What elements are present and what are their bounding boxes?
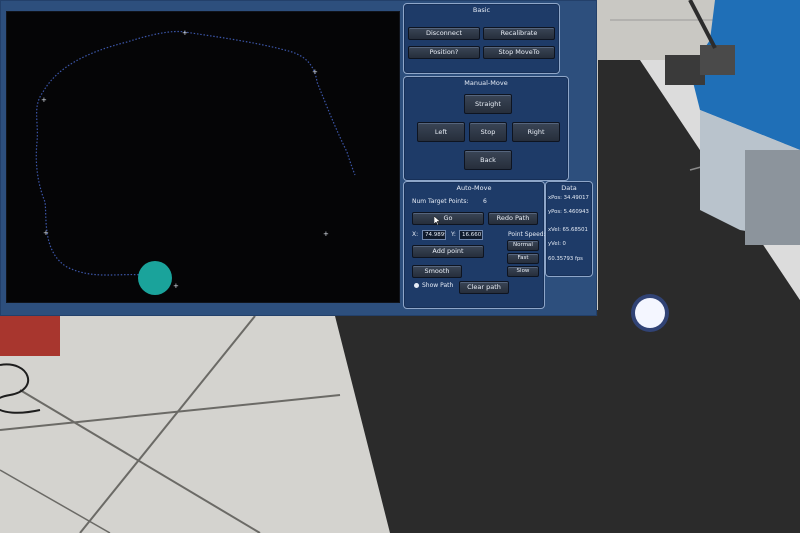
num-target-points-value: 6 — [483, 198, 487, 205]
y-label: Y: — [451, 231, 456, 238]
planned-path — [35, 30, 356, 278]
smooth-button[interactable]: Smooth — [412, 265, 462, 278]
robot-marker — [138, 261, 172, 295]
recalibrate-button[interactable]: Recalibrate — [483, 27, 555, 40]
left-button[interactable]: Left — [417, 122, 465, 142]
data-panel-title: Data — [561, 184, 577, 192]
right-button[interactable]: Right — [512, 122, 560, 142]
target-points: + + + + + + — [41, 29, 329, 290]
clear-path-button[interactable]: Clear path — [459, 281, 509, 294]
auto-move-panel-title: Auto-Move — [456, 184, 492, 192]
target-point-marker: + — [182, 29, 188, 37]
auto-move-panel: Auto-Move Num Target Points: 6 Go Redo P… — [403, 181, 546, 309]
mouse-cursor-icon — [434, 216, 440, 225]
disconnect-button[interactable]: Disconnect — [408, 27, 480, 40]
manual-move-panel-title: Manual-Move — [464, 79, 508, 87]
y-field[interactable]: 16.6601 — [459, 230, 483, 240]
xvel-readout: xVel: 65.68501 — [548, 227, 588, 233]
x-label: X: — [412, 231, 419, 238]
yvel-readout: yVel: 0 — [548, 241, 566, 247]
target-point-marker: + — [43, 229, 49, 237]
target-point-marker: + — [41, 96, 47, 104]
add-point-button[interactable]: Add point — [412, 245, 484, 258]
basic-panel-title: Basic — [472, 6, 491, 14]
xpos-readout: xPos: 34.49017 — [548, 195, 589, 201]
target-point-marker: + — [173, 282, 179, 290]
fps-readout: 60.35793 fps — [548, 256, 583, 262]
speed-slow-button[interactable]: Slow — [507, 266, 539, 277]
basic-panel: Basic Disconnect Recalibrate Position? S… — [403, 3, 560, 74]
ypos-readout: yPos: 5.460943 — [548, 209, 589, 215]
control-application: + + + + + + Basic Disconnect Recalibrate… — [0, 0, 597, 316]
num-target-points-label: Num Target Points: — [412, 198, 469, 205]
back-button[interactable]: Back — [464, 150, 512, 170]
data-panel: Data xPos: 34.49017 yPos: 5.460943 xVel:… — [545, 181, 593, 277]
manual-move-panel: Manual-Move Straight Left Stop Right Bac… — [403, 76, 569, 181]
straight-button[interactable]: Straight — [464, 94, 512, 114]
x-field[interactable]: 74.9899 — [422, 230, 446, 240]
target-point-marker: + — [312, 68, 318, 76]
stop-moveto-button[interactable]: Stop MoveTo — [483, 46, 555, 59]
target-point-marker: + — [323, 230, 329, 238]
point-speed-label: Point Speed: — [508, 231, 546, 238]
redo-path-button[interactable]: Redo Path — [488, 212, 538, 225]
stop-button[interactable]: Stop — [469, 122, 507, 142]
show-path-radio[interactable] — [414, 283, 419, 288]
show-path-label: Show Path — [422, 282, 454, 289]
go-button[interactable]: Go — [412, 212, 484, 225]
speed-fast-button[interactable]: Fast — [507, 253, 539, 264]
speed-normal-button[interactable]: Normal — [507, 240, 539, 251]
position-button[interactable]: Position? — [408, 46, 480, 59]
path-canvas[interactable]: + + + + + + — [6, 11, 400, 303]
